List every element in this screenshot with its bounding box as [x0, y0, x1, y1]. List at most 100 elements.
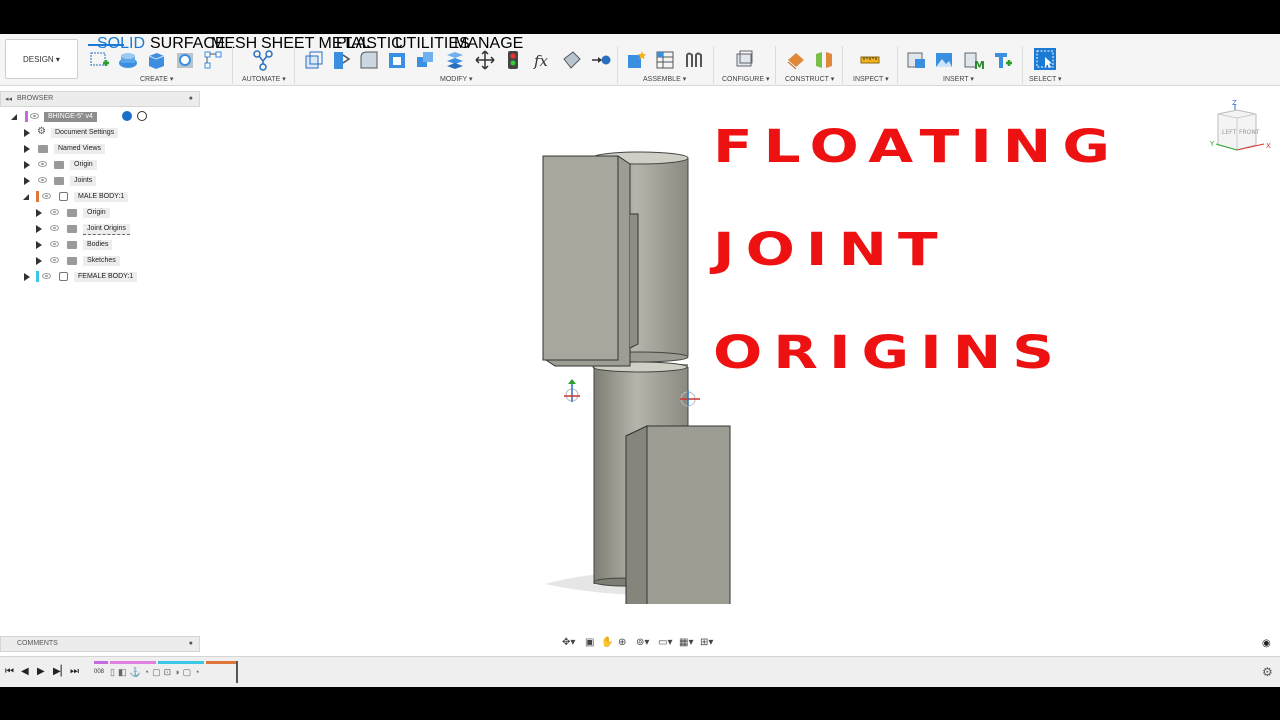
- visibility-eye-icon[interactable]: [42, 273, 51, 279]
- timeline-settings-gear-icon[interactable]: ⚙: [1262, 665, 1273, 679]
- construct-menu[interactable]: CONSTRUCT ▾: [785, 75, 834, 83]
- collapse-arrow-icon[interactable]: [23, 194, 29, 200]
- extrude-icon[interactable]: [117, 49, 139, 71]
- insert-mcmaster-icon[interactable]: [991, 49, 1013, 71]
- display-settings-icon[interactable]: ▭▾: [658, 637, 672, 648]
- visibility-eye-icon[interactable]: [50, 257, 59, 263]
- offset-plane-icon[interactable]: [785, 49, 807, 71]
- hole-icon[interactable]: [174, 49, 196, 71]
- expand-arrow-icon[interactable]: [24, 161, 30, 169]
- fit-icon[interactable]: ⊚▾: [636, 637, 649, 648]
- automate-icon[interactable]: [252, 49, 274, 71]
- replace-face-icon[interactable]: [590, 49, 612, 71]
- decal-icon[interactable]: [933, 49, 955, 71]
- orbit-icon[interactable]: ✥▾: [562, 637, 575, 648]
- fillet-icon[interactable]: [330, 49, 352, 71]
- expand-arrow-icon[interactable]: [24, 177, 30, 185]
- viewcube[interactable]: Z LEFT FRONT X Y: [1208, 98, 1274, 158]
- parameters-icon[interactable]: fx: [532, 49, 554, 71]
- viewcube-left-face[interactable]: LEFT: [1222, 129, 1236, 136]
- workspace-design-button[interactable]: DESIGN ▾: [5, 39, 78, 79]
- tree-row-origin[interactable]: Origin: [0, 158, 200, 172]
- expand-arrow-icon[interactable]: [24, 273, 30, 281]
- look-at-icon[interactable]: ▣: [585, 637, 594, 648]
- visibility-eye-icon[interactable]: [50, 225, 59, 231]
- tree-row-bodies[interactable]: Bodies: [0, 238, 200, 252]
- go-to-start-icon[interactable]: ⏮: [5, 666, 14, 677]
- go-to-end-icon[interactable]: ⏭: [70, 666, 79, 677]
- panel-options-icon[interactable]: ●: [189, 640, 193, 647]
- tree-row-document-settings[interactable]: ⚙ Document Settings: [0, 126, 200, 140]
- panel-options-icon[interactable]: ●: [189, 95, 193, 102]
- midplane-icon[interactable]: [813, 49, 835, 71]
- joint-icon[interactable]: [654, 49, 676, 71]
- collapse-arrow-icon[interactable]: [11, 114, 17, 120]
- as-built-joint-icon[interactable]: [683, 49, 705, 71]
- tree-row-joint-origins[interactable]: Joint Origins: [0, 222, 200, 236]
- visibility-eye-icon[interactable]: [38, 177, 47, 183]
- expand-arrow-icon[interactable]: [36, 241, 42, 249]
- timeline-features[interactable]: 008 ▯◧⚓◔▢⊡◑▢◔: [92, 661, 240, 685]
- step-back-icon[interactable]: ◀: [21, 666, 29, 677]
- expand-arrow-icon[interactable]: [36, 209, 42, 217]
- inspect-menu[interactable]: INSPECT ▾: [853, 75, 889, 83]
- new-component-icon[interactable]: [625, 49, 647, 71]
- collapse-panel-icon[interactable]: ◂◂: [5, 95, 12, 103]
- pan-icon[interactable]: ✋: [601, 637, 613, 648]
- tree-row-female-body[interactable]: FEMALE BODY:1: [0, 270, 200, 284]
- shell-icon[interactable]: [386, 49, 408, 71]
- expand-arrow-icon[interactable]: [24, 145, 30, 153]
- expand-arrow-icon[interactable]: [36, 225, 42, 233]
- chamfer-icon[interactable]: [358, 49, 380, 71]
- visibility-eye-icon[interactable]: [42, 193, 51, 199]
- insert-derive-icon[interactable]: [905, 49, 927, 71]
- activate-component-icon[interactable]: [122, 111, 132, 121]
- tree-row-male-origin[interactable]: Origin: [0, 206, 200, 220]
- configure-icon[interactable]: [733, 49, 755, 71]
- select-menu[interactable]: SELECT ▾: [1029, 75, 1062, 83]
- visibility-eye-icon[interactable]: [50, 241, 59, 247]
- grid-settings-icon[interactable]: ▦▾: [679, 637, 693, 648]
- notification-icon[interactable]: ◉: [1262, 638, 1271, 649]
- timeline-marker[interactable]: [236, 661, 238, 683]
- folder-icon: [67, 257, 77, 265]
- visibility-eye-icon[interactable]: [38, 161, 47, 167]
- radio-icon[interactable]: [137, 111, 147, 121]
- press-pull-icon[interactable]: [302, 49, 324, 71]
- tree-row-male-body[interactable]: MALE BODY:1: [0, 190, 200, 204]
- insert-menu[interactable]: INSERT ▾: [943, 75, 974, 83]
- tree-row-named-views[interactable]: Named Views: [0, 142, 200, 156]
- create-menu[interactable]: CREATE ▾: [140, 75, 173, 83]
- align-icon[interactable]: [502, 49, 524, 71]
- tree-row-joints[interactable]: Joints: [0, 174, 200, 188]
- select-menu-label: SELECT: [1029, 76, 1057, 83]
- viewcube-front-face[interactable]: FRONT: [1239, 129, 1260, 136]
- assemble-menu[interactable]: ASSEMBLE ▾: [643, 75, 686, 83]
- create-sketch-icon[interactable]: [89, 49, 111, 71]
- visibility-eye-icon[interactable]: [50, 209, 59, 215]
- split-body-icon[interactable]: [444, 49, 466, 71]
- configure-menu[interactable]: CONFIGURE ▾: [722, 75, 769, 83]
- play-icon[interactable]: ▶: [37, 666, 45, 677]
- pattern-icon[interactable]: [202, 49, 224, 71]
- tree-row-sketches[interactable]: Sketches: [0, 254, 200, 268]
- expand-arrow-icon[interactable]: [24, 129, 30, 137]
- measure-icon[interactable]: [859, 49, 881, 71]
- modify-menu[interactable]: MODIFY ▾: [440, 75, 473, 83]
- viewports-icon[interactable]: ⊞▾: [700, 637, 713, 648]
- step-forward-icon[interactable]: ▶▏: [53, 666, 68, 677]
- zoom-icon[interactable]: ⊕: [618, 637, 626, 648]
- insert-mesh-icon[interactable]: M: [962, 49, 984, 71]
- combine-icon[interactable]: [414, 49, 436, 71]
- joint-origin-gizmo-left[interactable]: [564, 379, 580, 402]
- tree-row-document[interactable]: BHINGE-5" v4: [0, 110, 200, 124]
- timeline-feature-icons[interactable]: ▯◧⚓◔▢⊡◑▢◔: [110, 667, 203, 678]
- physical-material-icon[interactable]: [561, 49, 583, 71]
- select-icon[interactable]: [1033, 47, 1057, 71]
- visibility-eye-icon[interactable]: [30, 113, 39, 119]
- comments-panel-header[interactable]: COMMENTS ●: [0, 636, 200, 652]
- expand-arrow-icon[interactable]: [36, 257, 42, 265]
- box-icon[interactable]: [145, 49, 167, 71]
- move-icon[interactable]: [474, 49, 496, 71]
- automate-menu[interactable]: AUTOMATE ▾: [242, 75, 286, 83]
